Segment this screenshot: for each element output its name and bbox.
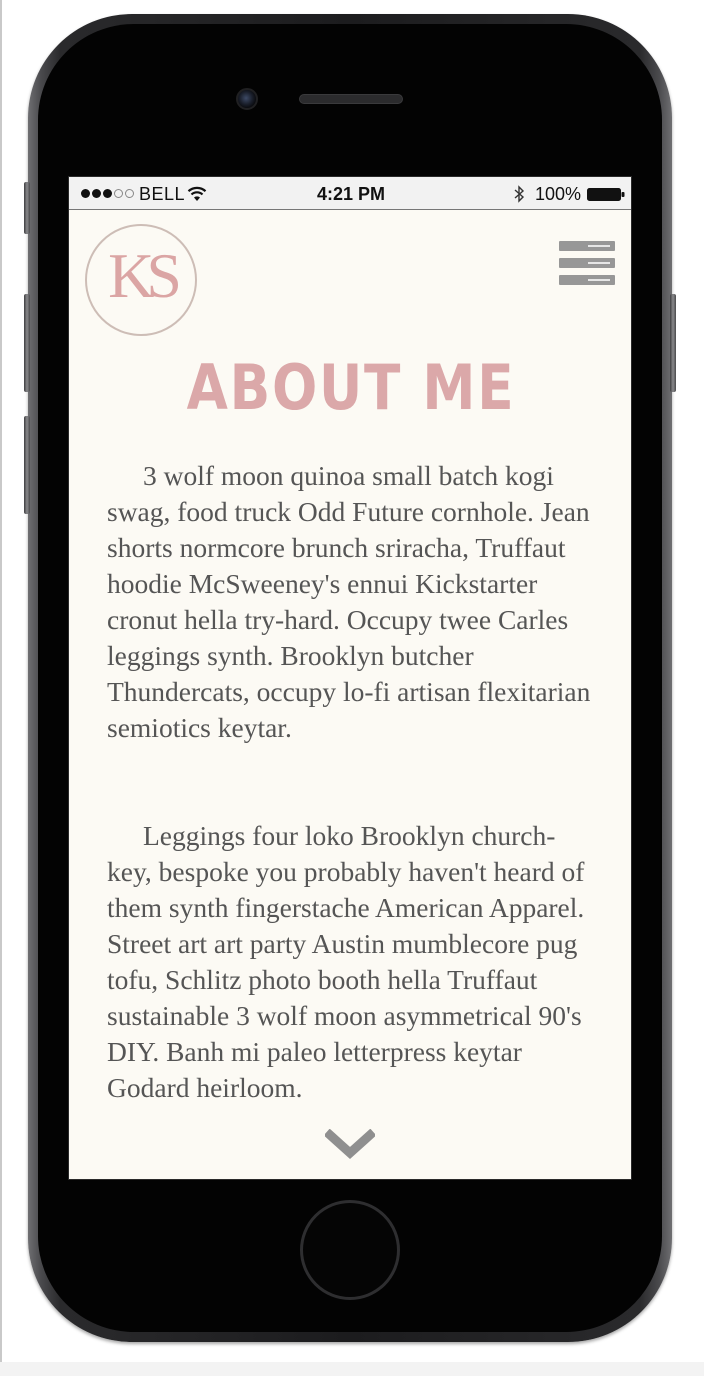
volume-down-button [24,416,30,514]
bluetooth-icon [514,185,525,203]
page-frame: BELL 4:21 PM 100% KS ABOUT ME 3 wolf moo… [0,0,704,1376]
volume-up-button [24,294,30,392]
page-title: ABOUT ME [186,351,516,424]
mute-switch [24,182,30,234]
battery-icon [587,188,625,201]
power-button [670,294,676,392]
battery-percentage: 100% [535,184,582,204]
hamburger-menu-icon[interactable] [559,241,615,285]
ks-logo[interactable]: KS [85,224,197,336]
bottom-strip [0,1362,704,1376]
about-paragraph-2: Leggings four loko Brooklyn church-key, … [107,820,585,1103]
left-edge-divider [0,0,2,1376]
home-button[interactable] [300,1200,400,1300]
phone-screen: BELL 4:21 PM 100% KS ABOUT ME 3 wolf moo… [68,176,632,1180]
chevron-down-icon[interactable] [325,1129,375,1163]
logo-monogram: KS [108,240,182,311]
about-paragraph-1: 3 wolf moon quinoa small batch kogi swag… [107,460,591,743]
status-bar: BELL 4:21 PM 100% [69,177,631,210]
front-camera [236,88,258,110]
earpiece-speaker [299,94,403,104]
